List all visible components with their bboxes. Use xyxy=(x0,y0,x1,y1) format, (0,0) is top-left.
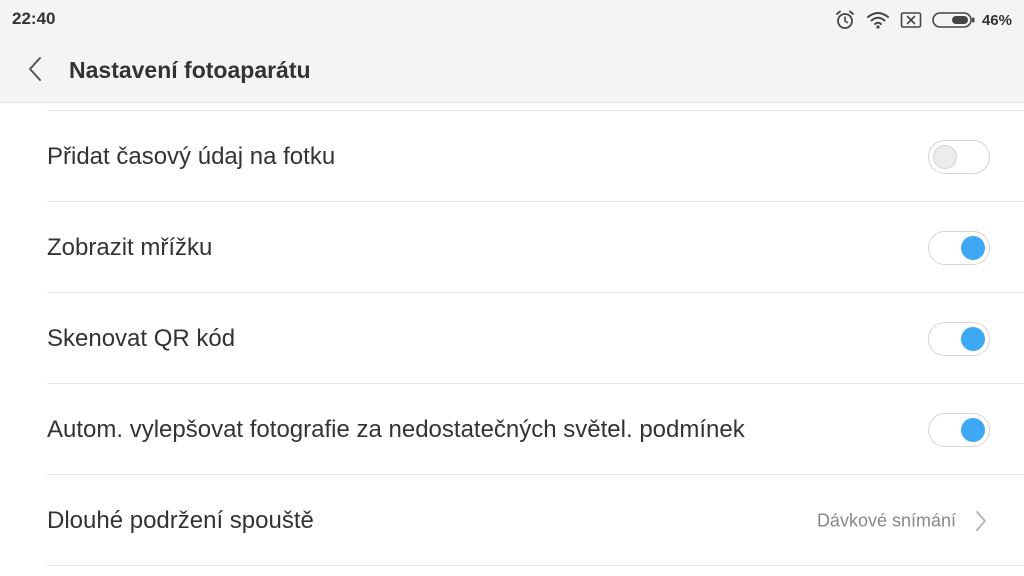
setting-row-timestamp[interactable]: Přidat časový údaj na fotku xyxy=(0,111,1024,202)
setting-label: Skenovat QR kód xyxy=(47,324,236,352)
setting-label: Dlouhé podržení spouště xyxy=(47,506,314,534)
settings-list: Přidat časový údaj na fotku Zobrazit mří… xyxy=(0,103,1024,576)
setting-row-grid[interactable]: Zobrazit mřížku xyxy=(0,202,1024,293)
chevron-left-icon xyxy=(27,56,43,87)
status-icons: 46% xyxy=(834,8,1012,32)
no-sim-icon xyxy=(900,11,922,29)
setting-value: Dávkové snímání xyxy=(816,510,956,530)
chevron-right-icon xyxy=(974,510,988,532)
alarm-icon xyxy=(834,9,856,31)
status-time: 22:40 xyxy=(12,9,56,28)
low-light-toggle[interactable] xyxy=(928,412,990,447)
status-bar: 22:40 46% xyxy=(0,0,1024,40)
toggle-knob xyxy=(961,417,985,442)
setting-label: Přidat časový údaj na fotku xyxy=(47,142,336,170)
back-button[interactable] xyxy=(18,54,52,88)
setting-label: Autom. vylepšovat fotografie za nedostat… xyxy=(47,415,745,443)
header-bar: Nastavení fotoaparátu xyxy=(0,40,1024,103)
setting-label: Zobrazit mřížku xyxy=(47,233,213,261)
setting-row-qr-scan[interactable]: Skenovat QR kód xyxy=(0,293,1024,384)
camera-settings-screen: 22:40 46% Nastavení fotoaparátu Přidat č… xyxy=(0,0,1024,576)
setting-row-long-press-shutter[interactable]: Dlouhé podržení spouště Dávkové snímání xyxy=(0,475,1024,566)
toggle-knob xyxy=(933,144,957,169)
battery-percent: 46% xyxy=(981,11,1012,29)
qr-scan-toggle[interactable] xyxy=(928,321,990,356)
wifi-icon xyxy=(866,10,890,30)
page-title: Nastavení fotoaparátu xyxy=(69,57,311,83)
timestamp-toggle[interactable] xyxy=(928,139,990,174)
toggle-knob xyxy=(961,235,985,260)
divider xyxy=(47,565,1024,566)
battery-icon xyxy=(932,11,976,29)
setting-row-low-light[interactable]: Autom. vylepšovat fotografie za nedostat… xyxy=(0,384,1024,475)
grid-toggle[interactable] xyxy=(928,230,990,265)
toggle-knob xyxy=(961,326,985,351)
